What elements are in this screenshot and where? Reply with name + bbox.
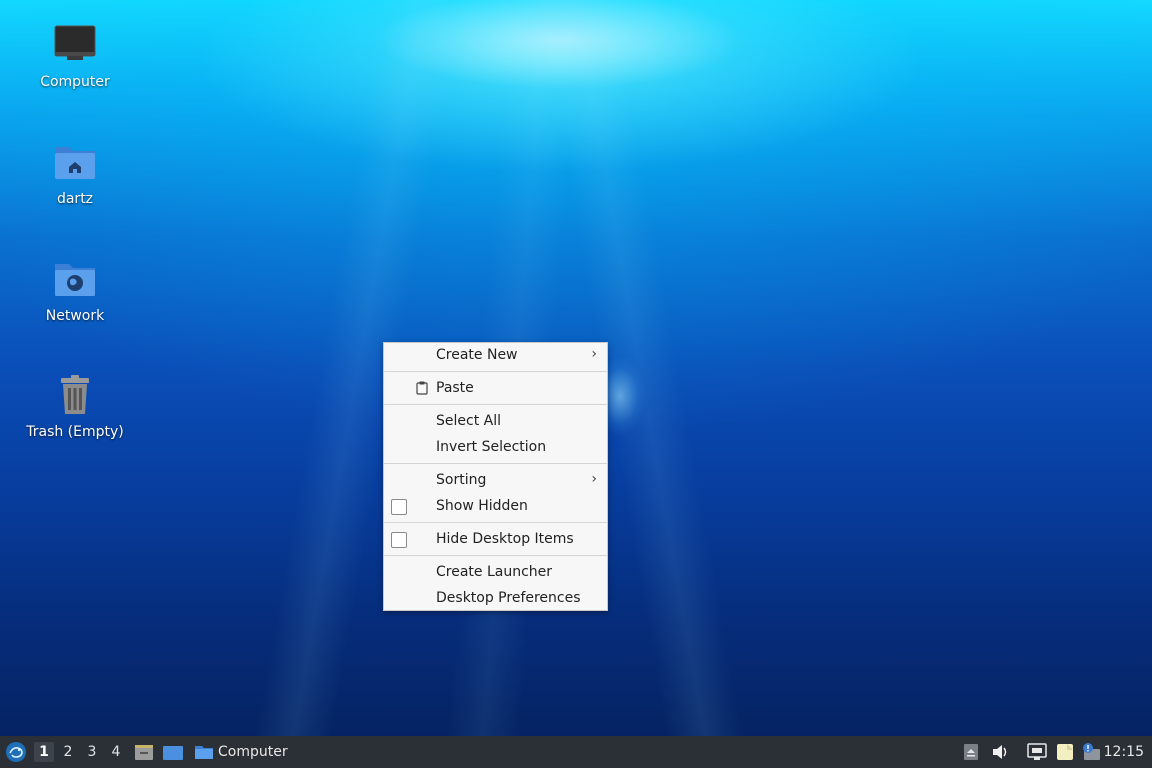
desktop-icon	[162, 746, 184, 766]
chevron-right-icon: ›	[591, 471, 597, 487]
menu-item-label: Create New	[436, 347, 518, 363]
desktop-context-menu: Create New › Paste Select All Invert Sel…	[383, 342, 608, 611]
menu-item-show-hidden[interactable]: Show Hidden	[384, 494, 607, 520]
desktop-icon-home[interactable]: dartz	[20, 139, 130, 207]
desktop-icon-network[interactable]: Network	[20, 256, 130, 324]
desktop-icon-label: Computer	[40, 74, 110, 90]
hide-desktop-items-checkbox[interactable]	[391, 532, 407, 548]
clipboard-icon	[416, 381, 428, 399]
menu-separator	[384, 404, 607, 405]
menu-separator	[384, 371, 607, 372]
notes-icon	[1055, 744, 1075, 766]
computer-icon	[51, 22, 99, 70]
home-folder-icon	[51, 139, 99, 187]
trash-icon	[51, 372, 99, 420]
chevron-right-icon: ›	[591, 346, 597, 362]
folder-icon	[194, 742, 214, 766]
workspace-2[interactable]: 2	[58, 742, 78, 762]
menu-item-desktop-preferences[interactable]: Desktop Preferences	[384, 586, 607, 612]
menu-item-invert-selection[interactable]: Invert Selection	[384, 435, 607, 461]
menu-item-paste[interactable]: Paste	[384, 376, 607, 402]
desktop-icon-trash[interactable]: Trash (Empty)	[20, 372, 130, 440]
menu-item-hide-desktop-items[interactable]: Hide Desktop Items	[384, 527, 607, 553]
workspace-3[interactable]: 3	[82, 742, 102, 762]
tray-expand-button[interactable]	[963, 743, 979, 761]
desktop-icon-computer[interactable]: Computer	[20, 22, 130, 90]
menu-item-label: Select All	[436, 413, 501, 429]
menu-item-label: Sorting	[436, 472, 487, 488]
menu-item-label: Invert Selection	[436, 439, 547, 455]
app-menu-button[interactable]	[4, 740, 28, 764]
menu-separator	[384, 555, 607, 556]
chevron-up-icon	[963, 744, 979, 765]
taskbar: 1 2 3 4 Computer 12:15	[0, 736, 1152, 768]
clock[interactable]: 12:15	[1104, 744, 1144, 760]
desktop-wallpaper[interactable]: Computer dartz Network Trash (Empty) Cre…	[0, 0, 1152, 736]
file-manager-icon	[134, 745, 154, 766]
menu-separator	[384, 463, 607, 464]
network-status-button[interactable]	[1027, 743, 1047, 761]
updates-notifier-button[interactable]	[1081, 742, 1101, 762]
show-hidden-checkbox[interactable]	[391, 499, 407, 515]
desktop-icon-label: Network	[45, 308, 105, 324]
file-manager-launcher[interactable]	[134, 742, 154, 762]
network-wired-icon	[1027, 743, 1047, 765]
menu-item-label: Paste	[436, 380, 474, 396]
window-button-computer[interactable]: Computer	[194, 736, 304, 768]
menu-item-label: Create Launcher	[436, 564, 553, 580]
workspace-1[interactable]: 1	[34, 742, 54, 762]
clipboard-manager-button[interactable]	[1055, 742, 1075, 762]
menu-separator	[384, 522, 607, 523]
menu-item-sorting[interactable]: Sorting ›	[384, 468, 607, 494]
menu-item-label: Hide Desktop Items	[436, 531, 574, 547]
workspace-4[interactable]: 4	[106, 742, 126, 762]
show-desktop-button[interactable]	[162, 742, 184, 762]
desktop-icon-label: dartz	[56, 191, 94, 207]
xfce-logo-icon	[4, 742, 28, 768]
menu-item-create-new[interactable]: Create New ›	[384, 343, 607, 369]
menu-item-label: Show Hidden	[436, 498, 528, 514]
speaker-icon	[991, 745, 1009, 765]
volume-button[interactable]	[991, 743, 1009, 761]
network-folder-icon	[51, 256, 99, 304]
menu-item-create-launcher[interactable]: Create Launcher	[384, 560, 607, 586]
menu-item-select-all[interactable]: Select All	[384, 409, 607, 435]
desktop-icon-label: Trash (Empty)	[26, 424, 124, 440]
update-alert-icon	[1081, 743, 1101, 766]
menu-item-label: Desktop Preferences	[436, 590, 581, 606]
window-button-label: Computer	[218, 744, 288, 760]
